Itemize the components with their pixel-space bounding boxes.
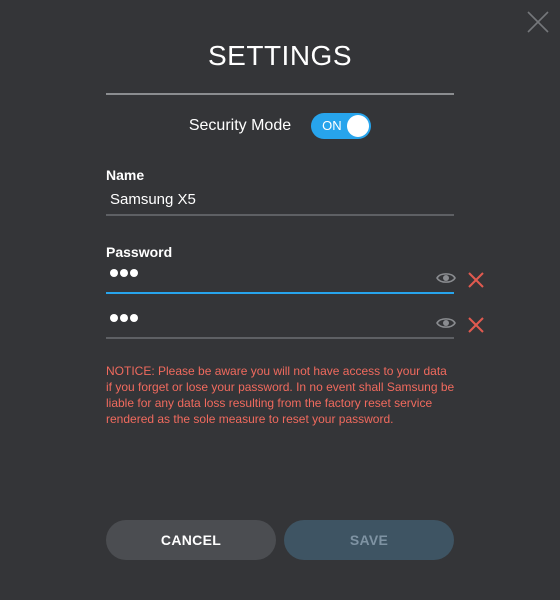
title-divider <box>106 93 454 95</box>
toggle-knob <box>347 115 370 137</box>
mask-dot <box>120 269 128 277</box>
confirm-password-field[interactable] <box>106 311 456 339</box>
mask-dot <box>130 269 138 277</box>
name-label: Name <box>106 167 145 183</box>
close-icon <box>527 11 549 33</box>
dialog-title: SETTINGS <box>207 40 352 71</box>
name-field[interactable]: Samsung X5 <box>106 186 454 216</box>
eye-icon[interactable] <box>436 315 456 331</box>
password-field[interactable] <box>106 266 456 294</box>
security-mode-label: Security Mode <box>188 117 292 134</box>
save-button[interactable]: SAVE <box>284 520 454 560</box>
security-mode-row: Security Mode ON <box>0 112 560 140</box>
mask-dot <box>120 314 128 322</box>
close-button[interactable] <box>526 10 550 34</box>
security-mode-toggle[interactable]: ON <box>311 113 372 139</box>
clear-x-icon[interactable] <box>466 315 486 335</box>
settings-dialog: SETTINGS Security Mode ON Name Samsung X… <box>0 0 560 600</box>
name-value: Samsung X5 <box>110 191 196 208</box>
cancel-button[interactable]: CANCEL <box>106 520 276 560</box>
eye-icon[interactable] <box>436 270 456 286</box>
mask-dot <box>110 314 118 322</box>
toggle-state-label: ON <box>322 118 342 133</box>
notice-text: NOTICE: Please be aware you will not hav… <box>106 364 455 426</box>
clear-x-icon[interactable] <box>466 270 486 290</box>
password-mask <box>110 314 138 322</box>
password-label: Password <box>106 244 173 260</box>
mask-dot <box>130 314 138 322</box>
password-mask <box>110 269 138 277</box>
mask-dot <box>110 269 118 277</box>
